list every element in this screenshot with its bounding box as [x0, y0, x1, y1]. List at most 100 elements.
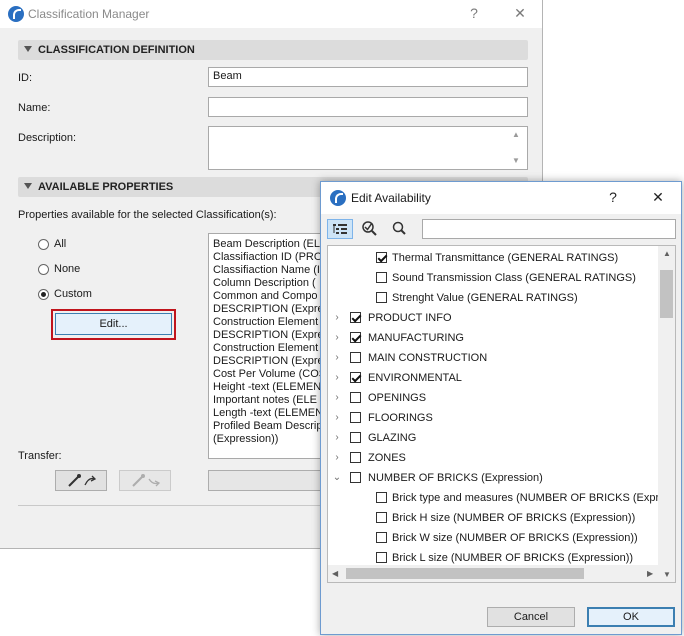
properties-intro: Properties available for the selected Cl…: [18, 209, 277, 221]
cancel-button[interactable]: Cancel: [487, 607, 575, 627]
app-logo-icon: [330, 190, 346, 206]
scroll-up-icon[interactable]: ▲: [663, 249, 671, 258]
tree-checkbox[interactable]: [376, 292, 387, 303]
scroll-right-icon[interactable]: ▶: [647, 569, 653, 578]
horizontal-scroll-thumb[interactable]: [346, 568, 584, 579]
tree-checkbox[interactable]: [376, 492, 387, 503]
list-item[interactable]: Common and Compo: [213, 290, 318, 303]
tree-checkbox[interactable]: [350, 412, 361, 423]
tree-checkbox[interactable]: [376, 252, 387, 263]
horizontal-scrollbar[interactable]: ◀ ▶: [328, 565, 659, 582]
radio-all-label[interactable]: All: [54, 238, 66, 250]
tree-row[interactable]: Sound Transmission Class (GENERAL RATING…: [328, 268, 668, 288]
list-item[interactable]: Classifiaction Name (I: [213, 264, 320, 277]
help-button[interactable]: ?: [464, 5, 484, 21]
tree-row[interactable]: Thermal Transmittance (GENERAL RATINGS): [328, 248, 668, 268]
tree-row-label: Thermal Transmittance (GENERAL RATINGS): [392, 252, 619, 264]
description-field[interactable]: [208, 126, 528, 170]
tree-row-label: Brick type and measures (NUMBER OF BRICK…: [392, 492, 676, 504]
chevron-right-icon[interactable]: ›: [332, 452, 342, 463]
tree-checkbox[interactable]: [376, 552, 387, 563]
list-item[interactable]: Length -text (ELEMEN: [213, 407, 323, 420]
tree-row[interactable]: › MAIN CONSTRUCTION: [328, 348, 668, 368]
scroll-up-icon[interactable]: ▲: [512, 130, 520, 139]
tree-row[interactable]: Brick H size (NUMBER OF BRICKS (Expressi…: [328, 508, 668, 528]
tree-row[interactable]: › FLOORINGS: [328, 408, 668, 428]
name-field[interactable]: [208, 97, 528, 117]
radio-all[interactable]: [38, 239, 49, 250]
list-item[interactable]: DESCRIPTION (Expres: [213, 355, 329, 368]
list-item[interactable]: Construction Element: [213, 342, 318, 355]
tree-checkbox[interactable]: [376, 272, 387, 283]
tree-checkbox[interactable]: [350, 312, 361, 323]
chevron-right-icon[interactable]: ›: [332, 412, 342, 423]
dialog-help-button[interactable]: ?: [603, 189, 623, 205]
transfer-pick-button[interactable]: [55, 470, 107, 491]
partial-hidden-button[interactable]: [208, 470, 328, 491]
chevron-down-icon[interactable]: ⌄: [332, 472, 342, 483]
search-button[interactable]: [388, 219, 414, 239]
scroll-down-icon[interactable]: ▼: [663, 570, 671, 579]
tree-row-label: OPENINGS: [368, 392, 427, 404]
tree-row-label: Brick W size (NUMBER OF BRICKS (Expressi…: [392, 532, 638, 544]
transfer-inject-button[interactable]: [119, 470, 171, 491]
list-item[interactable]: Important notes (ELE: [213, 394, 317, 407]
tree-row[interactable]: ⌄ NUMBER OF BRICKS (Expression): [328, 468, 668, 488]
tree-checkbox[interactable]: [376, 532, 387, 543]
ok-button[interactable]: OK: [587, 607, 675, 627]
tree-checkbox[interactable]: [350, 452, 361, 463]
tree-checkbox[interactable]: [376, 512, 387, 523]
tree-row[interactable]: Brick W size (NUMBER OF BRICKS (Expressi…: [328, 528, 668, 548]
classification-definition-header[interactable]: CLASSIFICATION DEFINITION: [18, 40, 528, 60]
edit-button[interactable]: Edit...: [55, 313, 172, 335]
chevron-right-icon[interactable]: ›: [332, 332, 342, 343]
tree-checkbox[interactable]: [350, 352, 361, 363]
radio-custom-label[interactable]: Custom: [54, 288, 92, 300]
list-item[interactable]: Height -text (ELEMEN: [213, 381, 321, 394]
tree-checkbox[interactable]: [350, 332, 361, 343]
search-input[interactable]: [422, 219, 676, 239]
title-bar: Classification Manager ? ✕: [0, 0, 542, 28]
list-item[interactable]: (Expression)): [213, 433, 278, 446]
tree-row[interactable]: Brick type and measures (NUMBER OF BRICK…: [328, 488, 675, 508]
chevron-right-icon[interactable]: ›: [332, 312, 342, 323]
close-button[interactable]: ✕: [510, 5, 530, 22]
list-item[interactable]: Classifiaction ID (PRO: [213, 251, 322, 264]
filter-checked-button[interactable]: [358, 219, 384, 239]
scroll-down-icon[interactable]: ▼: [512, 156, 520, 165]
tree-checkbox[interactable]: [350, 472, 361, 483]
chevron-right-icon[interactable]: ›: [332, 352, 342, 363]
chevron-right-icon[interactable]: ›: [332, 372, 342, 383]
tree-row[interactable]: › PRODUCT INFO: [328, 308, 668, 328]
list-item[interactable]: Column Description (: [213, 277, 316, 290]
tree-row[interactable]: › ZONES: [328, 448, 668, 468]
tree-row[interactable]: Strenght Value (GENERAL RATINGS): [328, 288, 668, 308]
radio-none-label[interactable]: None: [54, 263, 80, 275]
list-item[interactable]: Cost Per Volume (COS: [213, 368, 326, 381]
tree-checkbox[interactable]: [350, 432, 361, 443]
tree-row[interactable]: › MANUFACTURING: [328, 328, 668, 348]
dialog-close-button[interactable]: ✕: [648, 189, 668, 206]
tree-checkbox[interactable]: [350, 392, 361, 403]
tree-row[interactable]: › OPENINGS: [328, 388, 668, 408]
scroll-left-icon[interactable]: ◀: [332, 569, 338, 578]
tree-row-label: ENVIRONMENTAL: [368, 372, 462, 384]
list-item[interactable]: DESCRIPTION (Expres: [213, 303, 329, 316]
tree-row[interactable]: › GLAZING: [328, 428, 668, 448]
tree-checkbox[interactable]: [350, 372, 361, 383]
radio-custom[interactable]: [38, 289, 49, 300]
id-field[interactable]: Beam: [208, 67, 528, 87]
chevron-right-icon[interactable]: ›: [332, 392, 342, 403]
chevron-right-icon[interactable]: ›: [332, 432, 342, 443]
vertical-scroll-thumb[interactable]: [660, 270, 673, 318]
radio-none[interactable]: [38, 264, 49, 275]
list-item[interactable]: Construction Element: [213, 316, 318, 329]
availability-tree[interactable]: Thermal Transmittance (GENERAL RATINGS) S…: [327, 245, 676, 583]
tree-row[interactable]: › ENVIRONMENTAL: [328, 368, 668, 388]
list-item[interactable]: DESCRIPTION (Expres: [213, 329, 329, 342]
list-item[interactable]: Beam Description (ELI: [213, 238, 323, 251]
vertical-scrollbar[interactable]: ▲ ▼: [658, 246, 675, 582]
tree-row-label: MANUFACTURING: [368, 332, 464, 344]
list-item[interactable]: Profiled Beam Descrip: [213, 420, 322, 433]
tree-view-button[interactable]: [327, 219, 353, 239]
